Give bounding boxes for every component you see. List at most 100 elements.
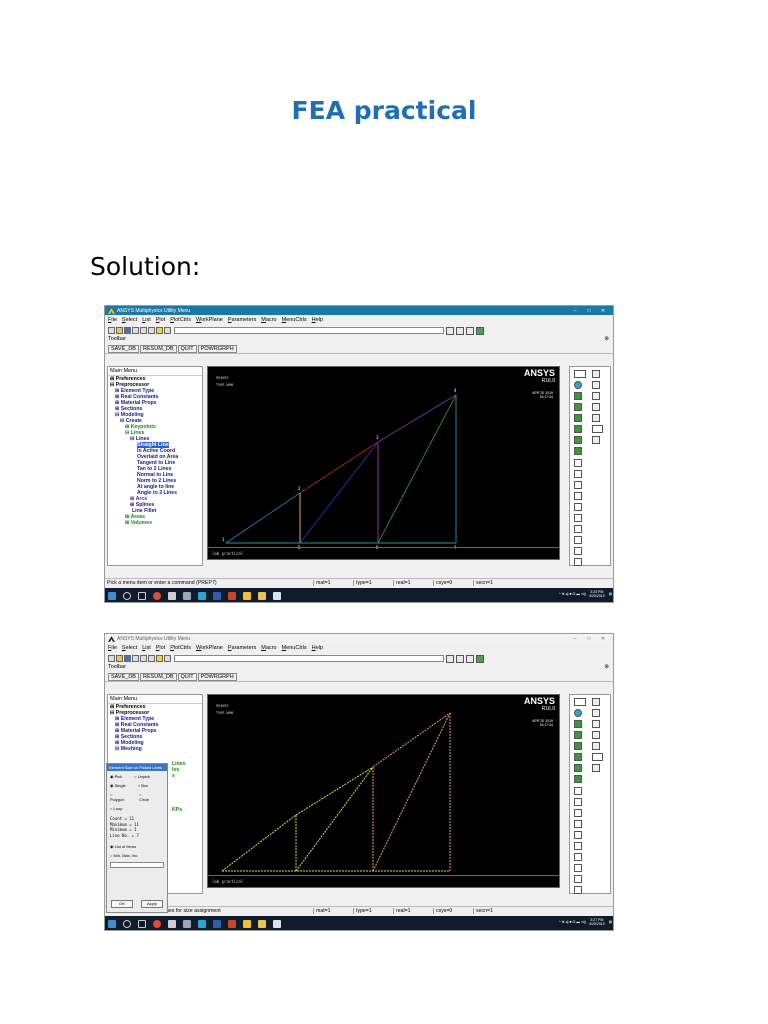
open-file-icon[interactable] xyxy=(116,655,123,662)
back-view-icon[interactable] xyxy=(574,742,582,750)
list-of-items-radio[interactable]: ◉ List of Items xyxy=(107,843,167,850)
window-select-icon[interactable] xyxy=(574,370,586,378)
menu-menuctrls[interactable]: MenuCtrls xyxy=(282,317,307,323)
view-toggle-icon[interactable] xyxy=(592,709,600,717)
command-input[interactable] xyxy=(174,327,444,334)
menu-file[interactable]: File xyxy=(108,645,117,651)
top-view-icon[interactable] xyxy=(574,731,582,739)
search-icon[interactable] xyxy=(123,920,131,928)
pan-right-icon[interactable] xyxy=(574,525,582,533)
app-icon-2[interactable] xyxy=(183,920,191,928)
view-toggle-icon[interactable] xyxy=(592,381,600,389)
pan-up-icon[interactable] xyxy=(574,864,582,872)
app-icon-3[interactable] xyxy=(198,920,206,928)
pan-zoom-icon[interactable] xyxy=(132,655,139,662)
save-db-button[interactable]: SAVE_DB xyxy=(108,672,139,681)
image-capture-icon[interactable] xyxy=(140,327,147,334)
back-view-icon[interactable] xyxy=(574,414,582,422)
task-view-icon[interactable] xyxy=(138,920,146,928)
zoom-box-icon[interactable] xyxy=(574,798,582,806)
image-capture-icon[interactable] xyxy=(140,655,147,662)
view-toggle-icon-3[interactable] xyxy=(592,403,600,411)
top-view-icon[interactable] xyxy=(574,403,582,411)
save-icon[interactable] xyxy=(124,327,131,334)
graphics-window[interactable]: 1 2 3 4 5 6 7 POINTS TYPE NUM ANSYS R16.… xyxy=(207,366,560,560)
notifications-icon[interactable]: ▤ xyxy=(609,920,612,924)
zoom-out-icon[interactable] xyxy=(574,831,582,839)
front-view-icon[interactable] xyxy=(574,720,582,728)
view-toggle-icon-3[interactable] xyxy=(592,731,600,739)
collapse-icon[interactable]: ⊗ xyxy=(604,336,609,344)
notifications-icon[interactable]: ▤ xyxy=(609,592,612,596)
maximize-icon[interactable]: □ xyxy=(582,308,596,314)
rotate-icon[interactable] xyxy=(592,370,600,378)
menu-list[interactable]: List xyxy=(142,317,151,323)
menu-macro[interactable]: Macro xyxy=(261,317,276,323)
app-icon-3[interactable] xyxy=(198,592,206,600)
zoom-back-icon[interactable] xyxy=(574,809,582,817)
minimize-icon[interactable]: – xyxy=(568,308,582,314)
pan-up-icon[interactable] xyxy=(574,536,582,544)
minimize-icon[interactable]: – xyxy=(568,636,582,642)
main-menu-item[interactable]: KPs xyxy=(172,807,182,813)
save-icon[interactable] xyxy=(124,655,131,662)
resume-db-button[interactable]: RESUM_DB xyxy=(139,344,177,353)
dropdown-icon[interactable] xyxy=(446,326,454,335)
zoom-in-icon[interactable] xyxy=(574,820,582,828)
report-icon[interactable] xyxy=(148,655,155,662)
rotate-view-icon[interactable] xyxy=(574,558,582,566)
app-icon-1[interactable] xyxy=(168,592,176,600)
powrgrph-button[interactable]: POWRGRPH xyxy=(197,344,237,353)
save-db-button[interactable]: SAVE_DB xyxy=(108,344,139,353)
pick-input-field[interactable] xyxy=(110,862,164,868)
main-menu-item[interactable]: ⊞ Volumes xyxy=(108,520,202,526)
pan-zoom-icon[interactable] xyxy=(132,327,139,334)
tray-icons[interactable]: ^ ⊕ ◂) ■ ⊡ ▬ ⊲)) xyxy=(559,592,586,596)
zoom-box-icon[interactable] xyxy=(574,470,582,478)
photos-icon[interactable] xyxy=(273,592,281,600)
bottom-view-icon[interactable] xyxy=(574,425,582,433)
rotate-icon[interactable] xyxy=(592,698,600,706)
menu-parameters[interactable]: Parameters xyxy=(228,645,256,651)
taskbar-clock[interactable]: 3:27 PM 4/20/2019 xyxy=(589,918,605,926)
view-toggle-icon-5[interactable] xyxy=(592,753,603,761)
ok-button[interactable]: OK xyxy=(111,900,133,908)
help-icon[interactable] xyxy=(156,655,163,662)
apply-button[interactable]: Apply xyxy=(141,900,163,908)
iso-view-icon[interactable] xyxy=(574,381,582,389)
chrome-icon[interactable] xyxy=(153,592,161,600)
toolbar-icon-b[interactable] xyxy=(466,654,474,663)
close-icon[interactable]: ✕ xyxy=(596,308,610,314)
windows-start-icon[interactable] xyxy=(108,592,116,600)
toolbar-icon-b[interactable] xyxy=(466,326,474,335)
zoom-out-icon[interactable] xyxy=(574,503,582,511)
circle-radio[interactable]: ○ Circle xyxy=(139,792,158,802)
loop-radio[interactable]: ○ Loop xyxy=(110,806,128,811)
quit-button[interactable]: QUIT xyxy=(177,672,197,681)
new-file-icon[interactable] xyxy=(108,655,115,662)
menu-select[interactable]: Select xyxy=(122,317,137,323)
right-view-icon[interactable] xyxy=(574,447,582,455)
app-icon-2[interactable] xyxy=(183,592,191,600)
chrome-icon[interactable] xyxy=(153,920,161,928)
view-toggle-icon-6[interactable] xyxy=(592,436,600,444)
pan-down-icon[interactable] xyxy=(574,547,582,555)
explorer-icon[interactable] xyxy=(258,592,266,600)
tray-icons[interactable]: ^ ⊕ ◂) ■ ⊡ ▬ ⊲)) xyxy=(559,920,586,924)
view-toggle-icon-5[interactable] xyxy=(592,425,603,433)
window-select-icon[interactable] xyxy=(574,698,586,706)
right-view-icon[interactable] xyxy=(574,775,582,783)
powerpoint-icon[interactable] xyxy=(228,592,236,600)
main-menu-item[interactable]: ⊟ Meshing xyxy=(108,746,202,752)
command-input[interactable] xyxy=(174,655,444,662)
task-view-icon[interactable] xyxy=(138,592,146,600)
view-toggle-icon-2[interactable] xyxy=(592,392,600,400)
menu-parameters[interactable]: Parameters xyxy=(228,317,256,323)
menu-menuctrls[interactable]: MenuCtrls xyxy=(282,645,307,651)
resume-db-button[interactable]: RESUM_DB xyxy=(139,672,177,681)
menu-list[interactable]: List xyxy=(142,645,151,651)
taskbar-clock[interactable]: 3:20 PM 4/20/2019 xyxy=(589,590,605,598)
ansys-taskbar-icon[interactable] xyxy=(243,592,251,600)
toolbar-icon-a[interactable] xyxy=(456,654,464,663)
word-icon[interactable] xyxy=(213,920,221,928)
